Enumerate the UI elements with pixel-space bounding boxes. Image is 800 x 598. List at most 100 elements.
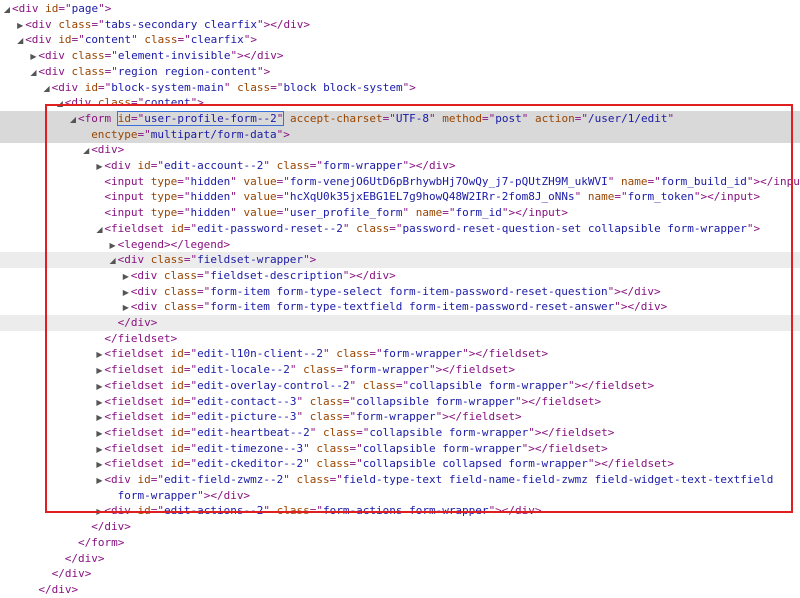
dom-node-row[interactable]: ▶ <fieldset id="edit-l10n-client--2" clas… (0, 346, 800, 362)
tag-text: =" (131, 111, 145, 125)
dom-node-row[interactable]: ◢ <form id="user-profile-form--2" accept-… (0, 110, 800, 128)
dom-node-row[interactable]: </div> (0, 551, 800, 567)
tag-text: "></fieldset> (435, 410, 522, 424)
dom-node-row[interactable]: ▶ <div class="fieldset-description"></div… (0, 268, 800, 284)
collapsed-triangle-icon[interactable]: ▶ (121, 285, 131, 301)
expanded-triangle-icon[interactable]: ◢ (108, 253, 118, 269)
dom-node-row[interactable]: ▶ <div id="edit-account--2" class="form-w… (0, 158, 800, 174)
tag-text: =" (309, 159, 323, 172)
attr-name: accept-charset (289, 111, 383, 125)
expanded-triangle-icon[interactable]: ◢ (42, 81, 52, 97)
tag-text: <div (64, 96, 98, 110)
dom-node-row[interactable]: ▶ <legend></legend> (0, 237, 800, 253)
tag-text: =" (309, 504, 323, 518)
tag-text: " (607, 174, 622, 188)
attr-name: id (45, 2, 59, 15)
dom-node-row[interactable]: ▶ <fieldset id="edit-picture--3" class="f… (0, 409, 800, 425)
collapsed-triangle-icon[interactable]: ▶ (108, 238, 118, 254)
collapsed-triangle-icon[interactable]: ▶ (94, 379, 104, 395)
dom-node-row[interactable]: </div> (0, 315, 800, 331)
collapsed-triangle-icon[interactable]: ▶ (121, 269, 131, 285)
dom-node-row[interactable]: ◢ <div id="page"> (0, 1, 800, 17)
expanded-triangle-icon[interactable]: ◢ (81, 143, 91, 159)
dom-node-row[interactable]: ▶ <div class="element-invisible"></div> (0, 48, 800, 64)
expanded-triangle-icon[interactable]: ◢ (15, 33, 25, 49)
dom-node-row[interactable]: ▶ <fieldset id="edit-ckeditor--2" class="… (0, 456, 800, 472)
collapsed-triangle-icon[interactable]: ▶ (94, 426, 104, 442)
tag-text: =" (183, 441, 198, 455)
attr-name: id (137, 159, 151, 172)
dom-node-row[interactable]: ▶ <fieldset id="edit-locale--2" class="fo… (0, 362, 800, 378)
tag-text: " (223, 80, 238, 94)
attr-name: id (170, 441, 184, 455)
attr-value: edit-account--2 (164, 159, 264, 172)
tag-text: "></div> (197, 488, 251, 502)
tag-text: =" (150, 159, 165, 172)
dom-node-row[interactable]: </div> (0, 582, 800, 598)
attr-value: collapsible collapsed form-wrapper (362, 457, 588, 471)
tag-text: <div (117, 253, 151, 267)
expanded-triangle-icon[interactable]: ◢ (55, 96, 65, 112)
dom-node-row[interactable]: ◢ <div class="fieldset-wrapper"> (0, 252, 800, 269)
tag-text: "></fieldset> (428, 363, 516, 377)
dom-node-row[interactable]: ▶ <fieldset id="edit-heartbeat--2" class=… (0, 425, 800, 441)
dom-node-row[interactable]: ◢ <div class="region region-content"> (0, 64, 800, 80)
dom-node-row[interactable]: </div> (0, 519, 800, 535)
expanded-triangle-icon[interactable]: ◢ (94, 222, 104, 238)
collapsed-triangle-icon[interactable]: ▶ (28, 49, 38, 65)
collapsed-triangle-icon[interactable]: ▶ (94, 395, 104, 411)
collapsed-triangle-icon[interactable]: ▶ (94, 159, 104, 175)
dom-node-row[interactable]: ◢ <div class="content"> (0, 95, 800, 111)
collapsed-triangle-icon[interactable]: ▶ (15, 18, 25, 34)
attr-value: content (84, 33, 132, 47)
dom-node-row[interactable]: ◢ <div id="content" class="clearfix"> (0, 32, 800, 48)
collapsed-triangle-icon[interactable]: ▶ (94, 504, 104, 520)
dom-node-row[interactable]: ▶ <div class="form-item form-type-select … (0, 284, 800, 300)
tag-text: " (230, 190, 244, 204)
attr-name: class (58, 17, 92, 31)
collapsed-triangle-icon[interactable]: ▶ (94, 473, 104, 489)
dom-node-row[interactable]: enctype="multipart/form-data"> (0, 126, 800, 143)
attr-name: class (150, 253, 184, 267)
dom-node-row[interactable]: form-wrapper"></div> (0, 488, 800, 504)
dom-node-row[interactable]: </form> (0, 535, 800, 551)
collapsed-triangle-icon[interactable]: ▶ (94, 363, 104, 379)
dom-node-row[interactable]: </fieldset> (0, 331, 800, 347)
dom-node-row[interactable]: <input type="hidden" value="user_profile… (0, 205, 800, 221)
collapsed-triangle-icon[interactable]: ▶ (94, 347, 104, 363)
attr-name: class (144, 33, 178, 47)
dom-node-row[interactable]: <input type="hidden" value="hcXqU0k35jxE… (0, 189, 800, 205)
attr-value: collapsible form-wrapper (362, 441, 522, 455)
dom-node-row[interactable]: ▶ <fieldset id="edit-timezone--3" class="… (0, 441, 800, 457)
tag-text: =" (183, 425, 198, 439)
tag-text: =" (329, 473, 343, 486)
tag-text: =" (614, 190, 628, 204)
attr-name: value (243, 174, 277, 188)
dom-node-row[interactable]: <input type="hidden" value="form-venejO6… (0, 174, 800, 190)
collapsed-triangle-icon[interactable]: ▶ (94, 442, 104, 458)
collapsed-triangle-icon[interactable]: ▶ (121, 300, 131, 316)
dom-node-row[interactable]: </div> (0, 566, 800, 582)
dom-node-row[interactable]: ▶ <fieldset id="edit-overlay-control--2" … (0, 378, 800, 394)
dom-node-row[interactable]: ▶ <fieldset id="edit-contact--3" class="c… (0, 394, 800, 410)
tag-text: </div> (38, 582, 79, 596)
tag-text: =" (276, 174, 290, 188)
dom-node-row[interactable]: ▶ <div class="tabs-secondary clearfix"></… (0, 17, 800, 33)
dom-node-row[interactable]: ▶ <div id="edit-actions--2" class="form-a… (0, 503, 800, 519)
dom-node-row[interactable]: ◢ <div id="block-system-main" class="bloc… (0, 80, 800, 96)
attr-value: collapsible form-wrapper (409, 378, 569, 392)
expanded-triangle-icon[interactable]: ◢ (2, 2, 12, 18)
dom-node-row[interactable]: ◢ <div> (0, 142, 800, 158)
expanded-triangle-icon[interactable]: ◢ (28, 65, 38, 81)
tag-text: " (263, 159, 277, 172)
expanded-triangle-icon[interactable]: ◢ (68, 112, 78, 128)
dom-node-row[interactable]: ▶ <div id="edit-field-zwmz--2" class="fie… (0, 472, 800, 488)
attr-value: field-type-text field-name-field-zwmz fi… (342, 473, 774, 486)
collapsed-triangle-icon[interactable]: ▶ (94, 457, 104, 473)
attr-name: id (137, 504, 151, 518)
attr-name: class (163, 300, 198, 314)
tag-text: =" (104, 49, 118, 63)
dom-node-row[interactable]: ▶ <div class="form-item form-type-textfie… (0, 299, 800, 315)
dom-node-row[interactable]: ◢ <fieldset id="edit-password-reset--2" c… (0, 221, 800, 237)
collapsed-triangle-icon[interactable]: ▶ (94, 410, 104, 426)
